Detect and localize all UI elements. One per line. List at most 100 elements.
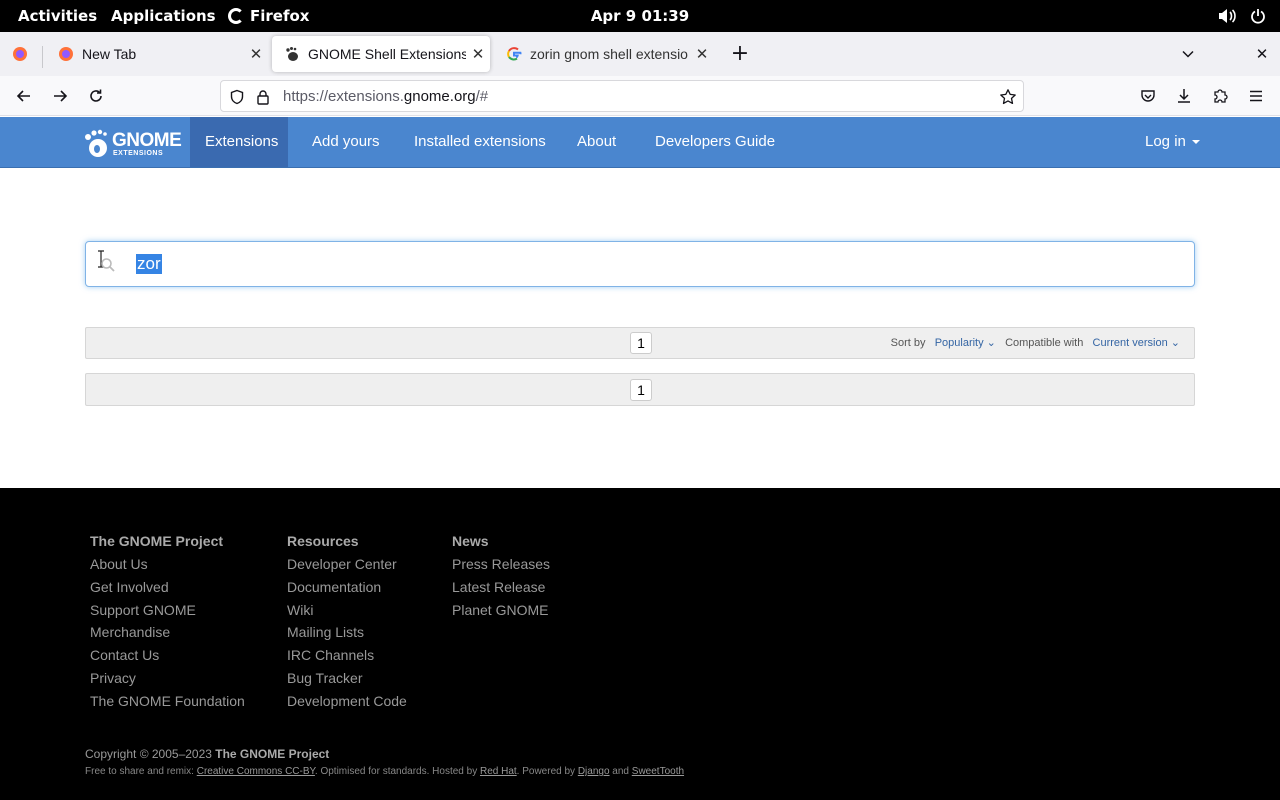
download-icon — [1178, 89, 1190, 103]
page-number-button[interactable]: 1 — [630, 332, 652, 354]
list-all-tabs-button[interactable] — [1176, 42, 1200, 66]
close-tab-icon[interactable]: ✕ — [466, 45, 490, 63]
footer-link[interactable]: Contact Us — [90, 644, 245, 667]
footer-link[interactable]: Planet GNOME — [452, 599, 550, 622]
site-footer: The GNOME Project About Us Get Involved … — [0, 488, 1280, 800]
gnome-foot-icon — [85, 129, 107, 157]
power-icon[interactable] — [1250, 8, 1266, 24]
footer-link[interactable]: Mailing Lists — [287, 621, 407, 644]
nav-installed-extensions[interactable]: Installed extensions — [399, 117, 561, 167]
logo-word: GNOME — [112, 130, 182, 151]
footer-link[interactable]: Wiki — [287, 599, 407, 622]
url-bar[interactable]: https://extensions.gnome.org/# — [220, 80, 1024, 112]
close-tab-icon[interactable]: ✕ — [690, 45, 714, 63]
search-value: zor — [136, 254, 162, 274]
footer-link[interactable]: Development Code — [287, 690, 407, 713]
gnome-foot-icon — [286, 47, 298, 61]
footer-link[interactable]: Developer Center — [287, 553, 407, 576]
footer-link[interactable]: Bug Tracker — [287, 667, 407, 690]
reload-button[interactable] — [84, 84, 108, 108]
copyright-text: Copyright © 2005–2023 The GNOME Project — [85, 747, 329, 761]
hamburger-menu-icon — [1250, 90, 1262, 102]
footer-col-gnome-project: The GNOME Project About Us Get Involved … — [90, 530, 245, 713]
app-menu-firefox[interactable]: Firefox — [228, 0, 309, 32]
downloads-button[interactable] — [1172, 84, 1196, 108]
chevron-down-icon — [1182, 50, 1194, 58]
host-link[interactable]: Red Hat — [480, 766, 517, 777]
copyright-owner: The GNOME Project — [215, 747, 330, 761]
volume-icon[interactable] — [1218, 8, 1236, 24]
pocket-button[interactable] — [1136, 84, 1160, 108]
close-icon: ✕ — [1255, 45, 1269, 63]
firefox-view-button[interactable] — [8, 42, 32, 66]
sort-by-value: Popularity — [934, 337, 984, 349]
django-link[interactable]: Django — [578, 766, 610, 777]
footer-link[interactable]: Get Involved — [90, 576, 245, 599]
footer-col-resources: Resources Developer Center Documentation… — [287, 530, 407, 713]
activities-button[interactable]: Activities — [18, 0, 97, 32]
firefox-icon — [228, 8, 244, 24]
footer-link[interactable]: Press Releases — [452, 553, 550, 576]
caret-down-icon — [1191, 140, 1200, 144]
arrow-left-icon — [16, 90, 30, 102]
sort-by-dropdown[interactable]: Popularity ⌄ — [935, 337, 996, 349]
login-label: Log in — [1145, 133, 1186, 150]
compat-label: Compatible with — [1005, 337, 1084, 349]
gnome-top-bar: Activities Applications Firefox Apr 9 01… — [0, 0, 1280, 32]
results-top-bar: 1 Sort by Popularity ⌄ Compatible with C… — [85, 327, 1195, 359]
footer-link[interactable]: Merchandise — [90, 621, 245, 644]
login-menu[interactable]: Log in — [1130, 117, 1215, 167]
tab-google-search[interactable]: zorin gnom shell extensio ✕ — [494, 36, 714, 72]
close-window-button[interactable]: ✕ — [1250, 42, 1274, 66]
remix-text-1: Free to share and remix: — [85, 766, 197, 777]
nav-extensions[interactable]: Extensions — [190, 117, 288, 167]
nav-developers-guide[interactable]: Developers Guide — [640, 117, 790, 167]
footer-link[interactable]: Latest Release — [452, 576, 550, 599]
footer-heading[interactable]: Resources — [287, 530, 407, 553]
footer-heading[interactable]: The GNOME Project — [90, 530, 245, 553]
footer-col-news: News Press Releases Latest Release Plane… — [452, 530, 550, 621]
url-prefix: https://extensions. — [283, 88, 404, 105]
lock-icon[interactable] — [256, 89, 270, 105]
new-tab-button[interactable]: + — [728, 42, 752, 66]
gnome-extensions-logo[interactable]: GNOME EXTENSIONS — [84, 125, 184, 161]
footer-link[interactable]: Documentation — [287, 576, 407, 599]
footer-link[interactable]: IRC Channels — [287, 644, 407, 667]
firefox-icon — [13, 47, 27, 61]
star-icon[interactable] — [999, 88, 1017, 106]
extensions-button[interactable] — [1208, 84, 1232, 108]
url-domain: gnome.org — [403, 88, 476, 105]
page-number-button[interactable]: 1 — [630, 379, 652, 401]
tab-gnome-extensions[interactable]: GNOME Shell Extensions ✕ — [272, 36, 490, 72]
sort-by-label: Sort by — [890, 337, 926, 349]
footer-link[interactable]: The GNOME Foundation — [90, 690, 245, 713]
navigation-toolbar: https://extensions.gnome.org/# — [0, 76, 1280, 116]
nav-add-yours[interactable]: Add yours — [297, 117, 395, 167]
system-tray[interactable] — [1218, 0, 1266, 32]
url-text[interactable]: https://extensions.gnome.org/# — [283, 81, 488, 112]
sweettooth-link[interactable]: SweetTooth — [632, 766, 684, 777]
forward-button[interactable] — [48, 84, 72, 108]
footer-heading[interactable]: News — [452, 530, 550, 553]
nav-about[interactable]: About — [562, 117, 631, 167]
footer-link[interactable]: Support GNOME — [90, 599, 245, 622]
compat-dropdown[interactable]: Current version ⌄ — [1093, 337, 1180, 349]
close-tab-icon[interactable]: ✕ — [244, 45, 268, 63]
logo-sub: EXTENSIONS — [113, 150, 164, 157]
google-icon — [507, 47, 522, 61]
license-text: Free to share and remix: Creative Common… — [85, 766, 684, 777]
url-path: /# — [475, 88, 489, 105]
search-input[interactable]: zor — [85, 241, 1195, 287]
app-menu-button[interactable] — [1244, 84, 1268, 108]
tab-new-tab[interactable]: New Tab ✕ — [46, 36, 268, 72]
site-header: GNOME EXTENSIONS Extensions Add yours In… — [0, 117, 1280, 168]
footer-link[interactable]: About Us — [90, 553, 245, 576]
back-button[interactable] — [12, 84, 36, 108]
compat-value: Current version — [1092, 337, 1168, 349]
puzzle-icon — [1214, 89, 1228, 103]
license-link[interactable]: Creative Commons CC-BY — [197, 766, 315, 777]
firefox-icon — [59, 47, 73, 61]
applications-menu[interactable]: Applications — [111, 0, 216, 32]
shield-icon[interactable] — [229, 89, 245, 105]
footer-link[interactable]: Privacy — [90, 667, 245, 690]
